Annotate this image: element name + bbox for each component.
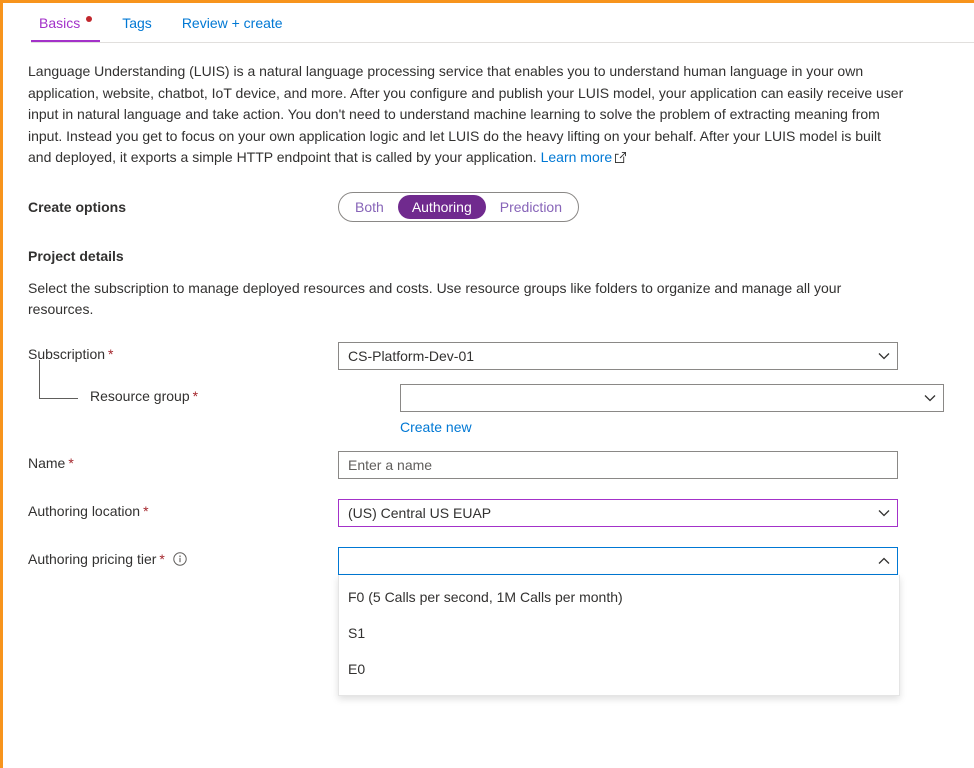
tab-review-create[interactable]: Review + create [174,3,291,42]
create-option-prediction[interactable]: Prediction [486,195,576,219]
subscription-field [338,342,898,370]
subscription-dropdown-button[interactable] [868,342,898,370]
authoring-pricing-tier-label: Authoring pricing tier* [28,547,338,567]
name-row: Name* [28,451,944,479]
pricing-tier-option-f0[interactable]: F0 (5 Calls per second, 1M Calls per mon… [339,579,899,615]
learn-more-label: Learn more [541,149,613,165]
subscription-required-mark: * [108,346,113,362]
pricing-tier-option-e0[interactable]: E0 [339,651,899,687]
intro-paragraph: Language Understanding (LUIS) is a natur… [28,61,908,170]
authoring-location-label-text: Authoring location [28,503,140,519]
create-options-label: Create options [28,199,338,215]
authoring-location-field [338,499,898,527]
pricing-tier-option-s1[interactable]: S1 [339,615,899,651]
resource-group-dropdown-button[interactable] [914,384,944,412]
name-field [338,451,898,479]
tab-tags-label: Tags [122,15,152,31]
create-option-both[interactable]: Both [341,195,398,219]
project-details-heading: Project details [28,248,944,264]
authoring-pricing-tier-field: F0 (5 Calls per second, 1M Calls per mon… [338,547,898,575]
name-required-mark: * [68,455,73,471]
authoring-pricing-tier-combo: F0 (5 Calls per second, 1M Calls per mon… [338,547,898,575]
authoring-pricing-tier-select[interactable] [338,547,898,575]
create-options-toggle-group: Both Authoring Prediction [338,192,579,222]
authoring-location-dropdown-button[interactable] [868,499,898,527]
project-details-description: Select the subscription to manage deploy… [28,278,888,320]
tab-tags[interactable]: Tags [114,3,160,42]
intro-text: Language Understanding (LUIS) is a natur… [28,63,903,165]
subscription-select[interactable] [338,342,898,370]
tree-connector-line [39,360,78,399]
name-input[interactable] [338,451,898,479]
authoring-location-label: Authoring location* [28,499,338,519]
name-label: Name* [28,451,338,471]
info-icon[interactable] [173,552,187,566]
authoring-location-row: Authoring location* [28,499,944,527]
create-luis-blade: Basics Tags Review + create Language Und… [3,3,974,768]
subscription-row: Subscription* [28,342,944,370]
resource-group-row: Resource group* Create new [28,384,944,437]
authoring-location-required-mark: * [143,503,148,519]
resource-group-required-mark: * [193,388,198,404]
authoring-pricing-tier-dropdown: F0 (5 Calls per second, 1M Calls per mon… [338,575,900,696]
resource-group-label-text: Resource group [90,388,190,404]
focus-frame-top [0,0,974,3]
validation-dot-icon [86,16,92,22]
name-label-text: Name [28,455,65,471]
tab-review-create-label: Review + create [182,15,283,31]
authoring-pricing-tier-required-mark: * [159,551,164,567]
create-new-resource-group-link[interactable]: Create new [400,419,472,435]
resource-group-label: Resource group* [28,384,400,404]
wizard-tabs: Basics Tags Review + create [3,3,974,43]
authoring-pricing-tier-dropdown-button[interactable] [868,547,898,575]
external-link-icon [615,148,626,170]
resource-group-select[interactable] [400,384,944,412]
tab-divider [31,42,974,43]
tab-basics-label: Basics [39,15,80,31]
focus-frame-left [0,0,3,768]
resource-group-field: Create new [400,384,944,437]
create-option-authoring[interactable]: Authoring [398,195,486,219]
authoring-pricing-tier-label-text: Authoring pricing tier [28,551,156,567]
blade-content: Language Understanding (LUIS) is a natur… [3,43,974,575]
authoring-pricing-tier-row: Authoring pricing tier* [28,547,944,575]
tab-basics[interactable]: Basics [31,3,100,42]
authoring-location-select[interactable] [338,499,898,527]
subscription-label: Subscription* [28,342,338,362]
learn-more-link[interactable]: Learn more [541,149,613,165]
create-options-row: Create options Both Authoring Prediction [28,192,944,222]
resource-group-combo [400,384,944,412]
